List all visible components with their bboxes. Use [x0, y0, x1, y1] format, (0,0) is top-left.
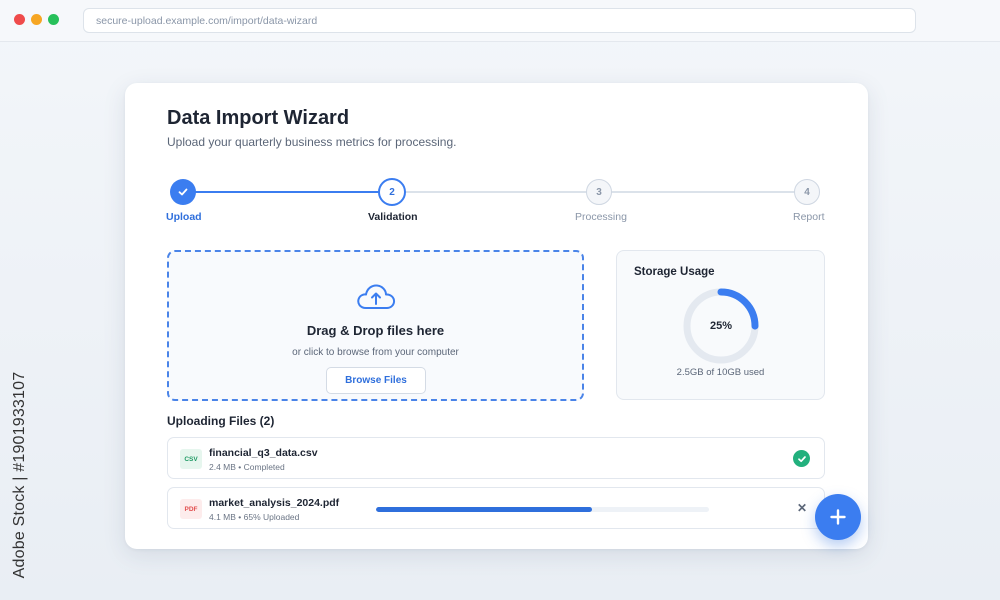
step-processing[interactable]: 3 — [586, 179, 612, 205]
completed-check-icon — [793, 450, 810, 467]
storage-usage-panel: Storage Usage 25% 2.5GB of 10GB used — [616, 250, 825, 400]
stock-watermark-text: Adobe Stock | #1901933107 — [11, 371, 28, 579]
pdf-file-icon: PDF — [180, 499, 202, 519]
step-label-processing: Processing — [575, 211, 627, 223]
step-label-report: Report — [793, 211, 825, 223]
upload-progress-bar — [376, 507, 709, 512]
step-number-validation: 2 — [389, 186, 395, 198]
cloud-upload-icon — [357, 284, 396, 309]
close-window-dot[interactable] — [14, 14, 25, 25]
cancel-upload-icon[interactable]: ✕ — [795, 501, 809, 515]
stock-watermark: Adobe Stock | #1901933107 — [0, 362, 42, 588]
page-title: Data Import Wizard — [167, 107, 350, 129]
step-number-processing: 3 — [596, 186, 602, 198]
file-name: financial_q3_data.csv — [209, 447, 318, 459]
window-controls — [14, 14, 59, 25]
browser-toolbar: secure-upload.example.com/import/data-wi… — [0, 0, 1000, 42]
file-row[interactable]: PDF market_analysis_2024.pdf 4.1 MB • 65… — [167, 487, 825, 529]
dropzone-subtitle: or click to browse from your computer — [292, 347, 459, 358]
file-name: market_analysis_2024.pdf — [209, 497, 340, 509]
address-bar[interactable]: secure-upload.example.com/import/data-wi… — [83, 8, 916, 33]
upload-progress-fill — [376, 507, 593, 512]
step-label-upload: Upload — [166, 211, 202, 223]
step-number-report: 4 — [804, 186, 810, 198]
storage-caption: 2.5GB of 10GB used — [676, 367, 765, 378]
file-meta: 4.1 MB • 65% Uploaded — [209, 512, 300, 522]
step-validation[interactable]: 2 — [378, 178, 406, 206]
step-connector-done — [195, 191, 381, 193]
file-meta: 2.4 MB • Completed — [209, 462, 285, 472]
step-label-validation: Validation — [368, 211, 418, 223]
dropzone-title: Drag & Drop files here — [306, 323, 445, 338]
plus-icon — [830, 509, 846, 525]
add-file-button[interactable] — [815, 494, 861, 540]
step-upload[interactable] — [170, 179, 196, 205]
check-icon — [178, 188, 188, 196]
csv-file-icon: CSV — [180, 449, 202, 469]
file-row[interactable]: CSV financial_q3_data.csv 2.4 MB • Compl… — [167, 437, 825, 479]
step-report[interactable]: 4 — [794, 179, 820, 205]
wizard-card: Data Import Wizard Upload your quarterly… — [125, 83, 868, 549]
uploads-title: Uploading Files (2) — [167, 414, 275, 428]
minimize-window-dot[interactable] — [31, 14, 42, 25]
browse-files-button[interactable]: Browse Files — [326, 367, 426, 394]
storage-percent: 25% — [709, 320, 733, 332]
file-dropzone[interactable]: Drag & Drop files here or click to brows… — [167, 250, 584, 401]
storage-title: Storage Usage — [634, 266, 715, 278]
page-subtitle: Upload your quarterly business metrics f… — [167, 135, 457, 149]
maximize-window-dot[interactable] — [48, 14, 59, 25]
